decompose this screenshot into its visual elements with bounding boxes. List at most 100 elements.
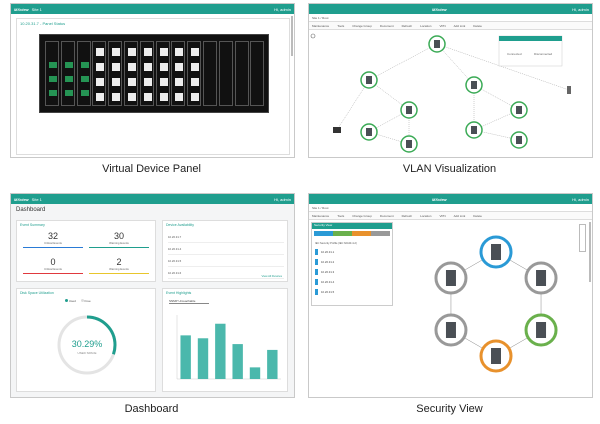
toolbar-item[interactable]: Location xyxy=(420,24,431,28)
port[interactable] xyxy=(128,93,136,101)
user-menu[interactable]: Hi, admin xyxy=(572,7,589,12)
security-list-item[interactable]: 10.20.31.1 xyxy=(315,247,389,257)
port[interactable] xyxy=(96,63,105,71)
bar[interactable] xyxy=(232,344,243,379)
event-count-tile[interactable]: 2 Warning Events xyxy=(89,257,149,281)
endpoint-device[interactable] xyxy=(333,127,341,133)
port[interactable] xyxy=(80,76,89,82)
bar[interactable] xyxy=(197,338,209,379)
chassis-module[interactable] xyxy=(203,41,217,106)
breadcrumb[interactable]: Site 1 / Root xyxy=(312,206,329,210)
port[interactable] xyxy=(112,63,121,71)
bar[interactable] xyxy=(180,335,191,379)
scrollbar[interactable] xyxy=(589,222,591,282)
toolbar-item[interactable]: Add Link xyxy=(454,214,466,218)
chassis-module[interactable] xyxy=(92,41,107,106)
event-type-select[interactable]: SNMP Unreachable xyxy=(169,299,209,304)
topology-link[interactable] xyxy=(368,43,438,81)
port[interactable] xyxy=(96,48,105,56)
breadcrumb[interactable]: Site 1 / Root xyxy=(312,16,329,20)
bar[interactable] xyxy=(249,367,261,379)
port[interactable] xyxy=(96,93,105,101)
topology-link[interactable] xyxy=(336,79,370,131)
toolbar-item[interactable]: VPN xyxy=(439,24,445,28)
chassis-module[interactable] xyxy=(139,41,154,106)
chassis-module[interactable] xyxy=(187,41,202,106)
chassis-module[interactable] xyxy=(171,41,186,106)
toolbar-item[interactable]: Location xyxy=(420,214,431,218)
toolbar-item[interactable]: Tools xyxy=(337,24,344,28)
port[interactable] xyxy=(112,48,121,56)
toolbar-item[interactable]: Delete xyxy=(473,24,482,28)
port[interactable] xyxy=(49,90,57,96)
port[interactable] xyxy=(191,93,200,101)
site-selector[interactable]: Site 1 xyxy=(32,7,42,12)
toolbar-item[interactable]: VPN xyxy=(439,214,445,218)
port[interactable] xyxy=(159,48,168,56)
site-selector[interactable]: Site 1 xyxy=(32,197,42,202)
security-list-item[interactable]: 10.20.31.2 xyxy=(315,257,389,267)
port[interactable] xyxy=(191,48,200,56)
bar[interactable] xyxy=(215,323,226,379)
device-availability-row[interactable]: 10.20.31.4 xyxy=(168,243,284,255)
bar[interactable] xyxy=(267,349,278,379)
toolbar-item[interactable]: Change Group xyxy=(352,24,372,28)
port[interactable] xyxy=(112,93,121,101)
popup-option-connected[interactable]: Connected xyxy=(507,52,522,56)
device-availability-row[interactable]: 10.20.31.5 xyxy=(168,255,284,267)
toolbar-item[interactable]: Document xyxy=(380,24,394,28)
security-list-item[interactable]: 10.20.31.3 xyxy=(315,267,389,277)
port[interactable] xyxy=(128,63,136,71)
user-menu[interactable]: Hi, admin xyxy=(572,197,589,202)
chassis-module[interactable] xyxy=(234,41,249,106)
chassis-module[interactable] xyxy=(76,41,91,106)
event-count-tile[interactable]: 30 Warning Events xyxy=(89,231,149,255)
port[interactable] xyxy=(143,48,152,56)
chassis-module[interactable] xyxy=(124,41,138,106)
chassis-module[interactable] xyxy=(45,41,59,106)
security-list-item[interactable]: 10.20.31.5 xyxy=(315,287,389,297)
port[interactable] xyxy=(175,48,184,56)
view-all-devices-link[interactable]: View All Devices xyxy=(262,274,282,278)
chassis-module[interactable] xyxy=(218,41,233,106)
port[interactable] xyxy=(49,76,57,82)
port[interactable] xyxy=(49,62,57,68)
user-menu[interactable]: Hi, admin xyxy=(274,7,291,12)
toolbar-item[interactable]: Maintenance xyxy=(312,214,329,218)
toolbar-item[interactable]: Refresh xyxy=(402,24,413,28)
port[interactable] xyxy=(143,63,152,71)
port[interactable] xyxy=(191,63,200,71)
scrollbar[interactable] xyxy=(291,16,293,56)
chassis-module[interactable] xyxy=(60,41,75,106)
toolbar-item[interactable]: Change Group xyxy=(352,214,372,218)
port[interactable] xyxy=(80,62,89,68)
port[interactable] xyxy=(128,48,136,56)
port[interactable] xyxy=(175,63,184,71)
toolbar-item[interactable]: Tools xyxy=(337,214,344,218)
port[interactable] xyxy=(159,93,168,101)
port[interactable] xyxy=(80,90,89,96)
port[interactable] xyxy=(64,90,73,96)
chassis-module[interactable] xyxy=(155,41,170,106)
port[interactable] xyxy=(191,78,200,86)
chassis-module[interactable] xyxy=(108,41,123,106)
toolbar-item[interactable]: Delete xyxy=(473,214,482,218)
event-count-tile[interactable]: 0 Critical Events xyxy=(23,257,83,281)
endpoint-device[interactable] xyxy=(567,86,571,94)
port[interactable] xyxy=(159,63,168,71)
user-menu[interactable]: Hi, admin xyxy=(274,197,291,202)
port[interactable] xyxy=(96,78,105,86)
toolbar-item[interactable]: Maintenance xyxy=(312,24,329,28)
port[interactable] xyxy=(175,93,184,101)
event-count-tile[interactable]: 32 Critical Events xyxy=(23,231,83,255)
device-availability-row[interactable]: 10.20.31.7 xyxy=(168,231,284,243)
port[interactable] xyxy=(159,78,168,86)
toolbar-item[interactable]: Refresh xyxy=(402,214,413,218)
port[interactable] xyxy=(64,76,73,82)
port[interactable] xyxy=(143,93,152,101)
port[interactable] xyxy=(143,78,152,86)
port[interactable] xyxy=(128,78,136,86)
security-list-item[interactable]: 10.20.31.4 xyxy=(315,277,389,287)
toolbar-item[interactable]: Document xyxy=(380,214,394,218)
port[interactable] xyxy=(112,78,121,86)
